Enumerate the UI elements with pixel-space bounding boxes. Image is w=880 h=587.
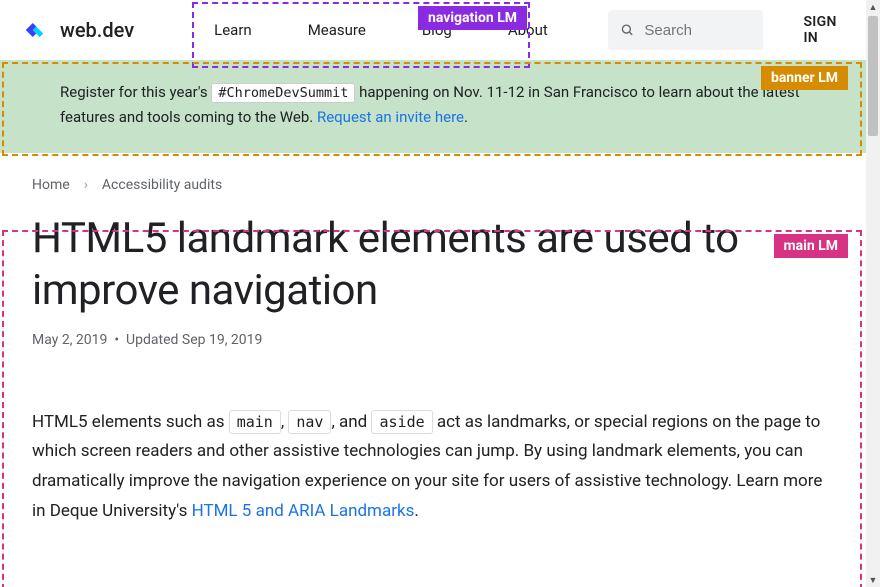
deque-landmarks-link[interactable]: HTML 5 and ARIA Landmarks [192,501,415,521]
code-main: main [229,410,281,434]
breadcrumb-home[interactable]: Home [32,177,70,193]
code-nav: nav [288,410,331,434]
article-dates: May 2, 2019 • Updated Sep 19, 2019 [32,332,834,348]
search-input[interactable] [644,22,751,39]
article-paragraph: HTML5 elements such as main, nav, and as… [32,408,834,527]
primary-nav: Learn Measure Blog About [186,0,576,60]
banner-invite-link[interactable]: Request an invite here [317,108,464,126]
logo-text: web.dev [60,18,134,42]
breadcrumb-current[interactable]: Accessibility audits [102,177,222,193]
scrollbar[interactable]: ▲ ▼ [866,0,880,587]
search-icon [620,21,635,39]
logo[interactable]: web.dev [24,18,134,42]
page-title: HTML5 landmark elements are used to impr… [32,213,834,318]
promo-banner: Register for this year's #ChromeDevSummi… [0,60,866,153]
scroll-up-icon[interactable]: ▲ [866,0,880,14]
nav-measure[interactable]: Measure [280,0,394,60]
webdev-logo-icon [24,19,52,41]
sign-in-button[interactable]: SIGN IN [803,14,842,46]
banner-text: . [464,108,468,126]
nav-learn[interactable]: Learn [186,0,280,60]
banner-text: Register for this year's [60,83,211,101]
nav-about[interactable]: About [480,0,576,60]
chevron-right-icon: › [84,177,88,193]
top-bar: web.dev Learn Measure Blog About SIGN IN [0,0,866,60]
scroll-down-icon[interactable]: ▼ [866,573,880,587]
nav-blog[interactable]: Blog [394,0,480,60]
search-box[interactable] [608,10,764,50]
hashtag-chip: #ChromeDevSummit [211,83,355,103]
scroll-thumb[interactable] [868,16,878,136]
breadcrumb: Home › Accessibility audits [0,153,866,203]
code-aside: aside [371,410,432,434]
main-content: HTML5 landmark elements are used to impr… [0,203,866,567]
